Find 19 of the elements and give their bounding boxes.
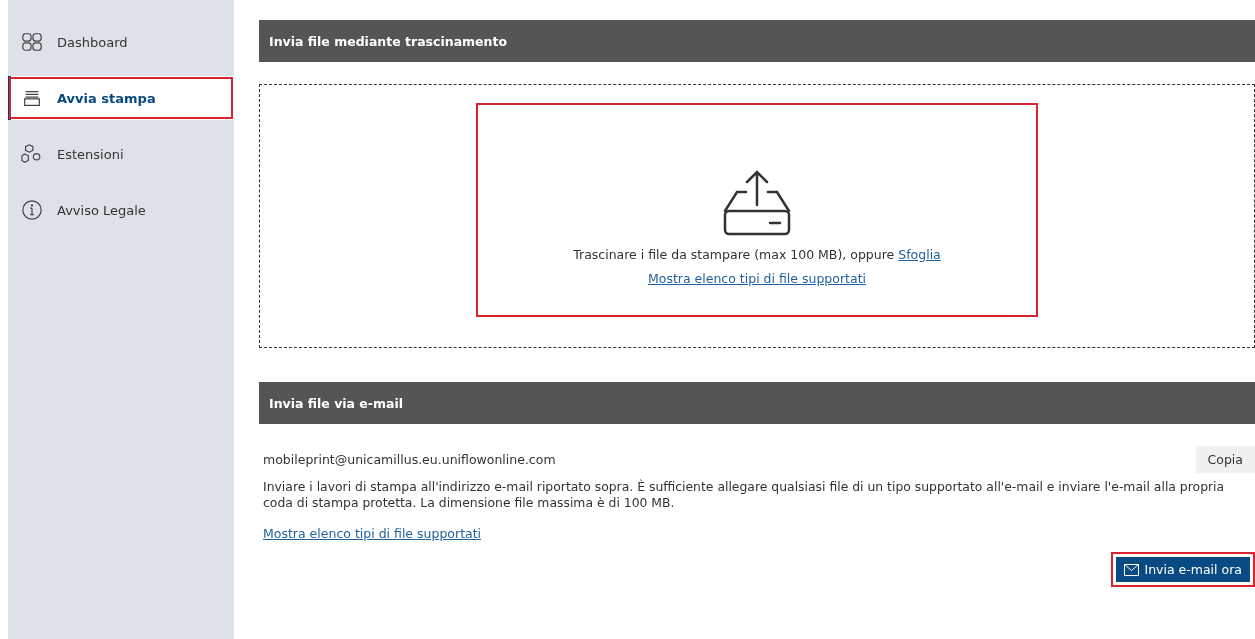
- drop-instructions: Trascinare i file da stampare (max 100 MB), oppure Sfoglia: [573, 247, 941, 262]
- cubes-icon: [21, 143, 43, 165]
- sidebar-item[interactable]: Estensioni: [8, 132, 234, 176]
- info-icon: [21, 199, 43, 221]
- send-email-button[interactable]: Invia e-mail ora: [1116, 557, 1250, 582]
- sidebar-item[interactable]: Avvia stampa: [8, 76, 234, 120]
- sidebar-item[interactable]: Avviso Legale: [8, 188, 234, 232]
- email-address: mobileprint@unicamillus.eu.uniflowonline.com: [263, 452, 556, 467]
- sidebar-item[interactable]: Dashboard: [8, 20, 234, 64]
- copy-button[interactable]: Copia: [1195, 446, 1255, 473]
- grid-icon: [21, 31, 43, 53]
- section-header: Invia file via e-mail: [259, 382, 1255, 424]
- file-types-link[interactable]: Mostra elenco tipi di file supportati: [263, 526, 482, 541]
- file-types-link[interactable]: Mostra elenco tipi di file supportati: [647, 271, 867, 286]
- mail-icon: [1124, 563, 1140, 576]
- section-header: Invia file mediante trascinamento: [259, 20, 1255, 62]
- drop-zone[interactable]: Trascinare i file da stampare (max 100 MB), oppure Sfoglia Mostra elenco tipi di file supportati: [259, 84, 1255, 348]
- email-description: Inviare i lavori di stampa all'indirizzo e-mail riportato sopra. È sufficiente allegare qualsiasi file di un tipo supportato all'e-mail e inviare l'e-mail alla propria coda di stampa protetta. La dimensione file massima è di 100 MB.: [262, 479, 1226, 511]
- browse-link[interactable]: Sfoglia: [898, 247, 941, 262]
